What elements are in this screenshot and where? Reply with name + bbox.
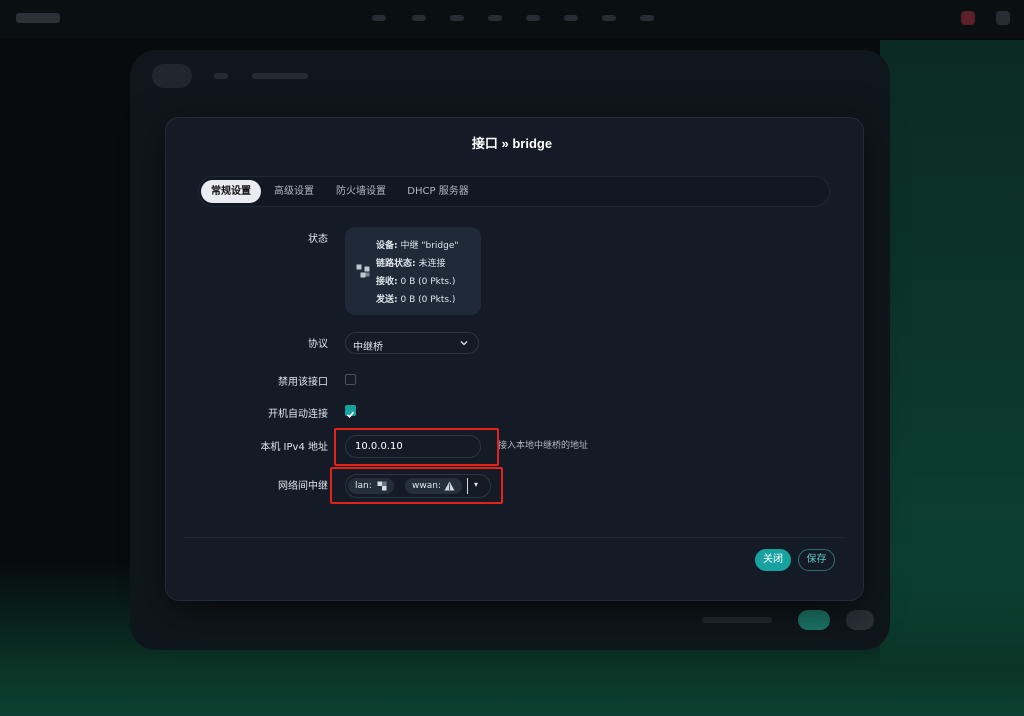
background-text (702, 617, 772, 623)
footer-divider (183, 537, 843, 538)
protocol-select-value: 中继桥 (353, 342, 383, 353)
background-text (252, 73, 308, 79)
relay-highlight-box (330, 467, 503, 504)
disable-interface-checkbox[interactable] (345, 374, 356, 385)
autostart-label: 开机自动连接 (268, 409, 328, 420)
background-nav-item (372, 15, 386, 21)
background-nav-item (602, 15, 616, 21)
background-alert-icon (961, 11, 975, 25)
autostart-checkbox[interactable] (345, 405, 356, 418)
background-button (846, 610, 874, 630)
bridge-device-icon (356, 264, 370, 278)
tab-firewall-settings[interactable]: 防火墙设置 (330, 180, 392, 203)
background-topbar (0, 0, 1024, 38)
tab-general-settings[interactable]: 常规设置 (201, 180, 261, 203)
relay-network-label: 网络间中继 (278, 481, 328, 492)
ipv4-label: 本机 IPv4 地址 (260, 442, 328, 453)
status-label: 状态 (308, 234, 328, 245)
protocol-label: 协议 (308, 339, 328, 350)
background-menu-icon (996, 11, 1010, 25)
dialog-title: 接口 » bridge (471, 136, 553, 151)
background-pill (152, 64, 192, 88)
background-button (798, 610, 830, 630)
close-button[interactable]: 关闭 (755, 549, 791, 571)
status-tx-line: 发送: 0 B (0 Pkts.) (376, 295, 456, 305)
status-rx-line: 接收: 0 B (0 Pkts.) (376, 277, 456, 287)
ipv4-hint-text: 接入本地中继桥的地址 (498, 441, 589, 451)
background-logo (16, 13, 60, 23)
checkmark-icon (346, 411, 355, 418)
background-nav-item (526, 15, 540, 21)
tab-advanced-settings[interactable]: 高级设置 (266, 180, 322, 203)
status-link-line: 链路状态: 未连接 (376, 259, 446, 269)
background-text (214, 73, 228, 79)
background-nav-item (640, 15, 654, 21)
tab-dhcp-server[interactable]: DHCP 服务器 (402, 180, 474, 203)
background-nav-item (564, 15, 578, 21)
background-nav-item (412, 15, 426, 21)
background-nav-item (450, 15, 464, 21)
disable-interface-label: 禁用该接口 (278, 377, 328, 388)
chevron-down-icon (460, 341, 468, 346)
ipv4-highlight-box (334, 428, 499, 466)
background-nav-item (488, 15, 502, 21)
status-device-line: 设备: 中继 "bridge" (376, 241, 459, 251)
save-button[interactable]: 保存 (798, 549, 835, 571)
